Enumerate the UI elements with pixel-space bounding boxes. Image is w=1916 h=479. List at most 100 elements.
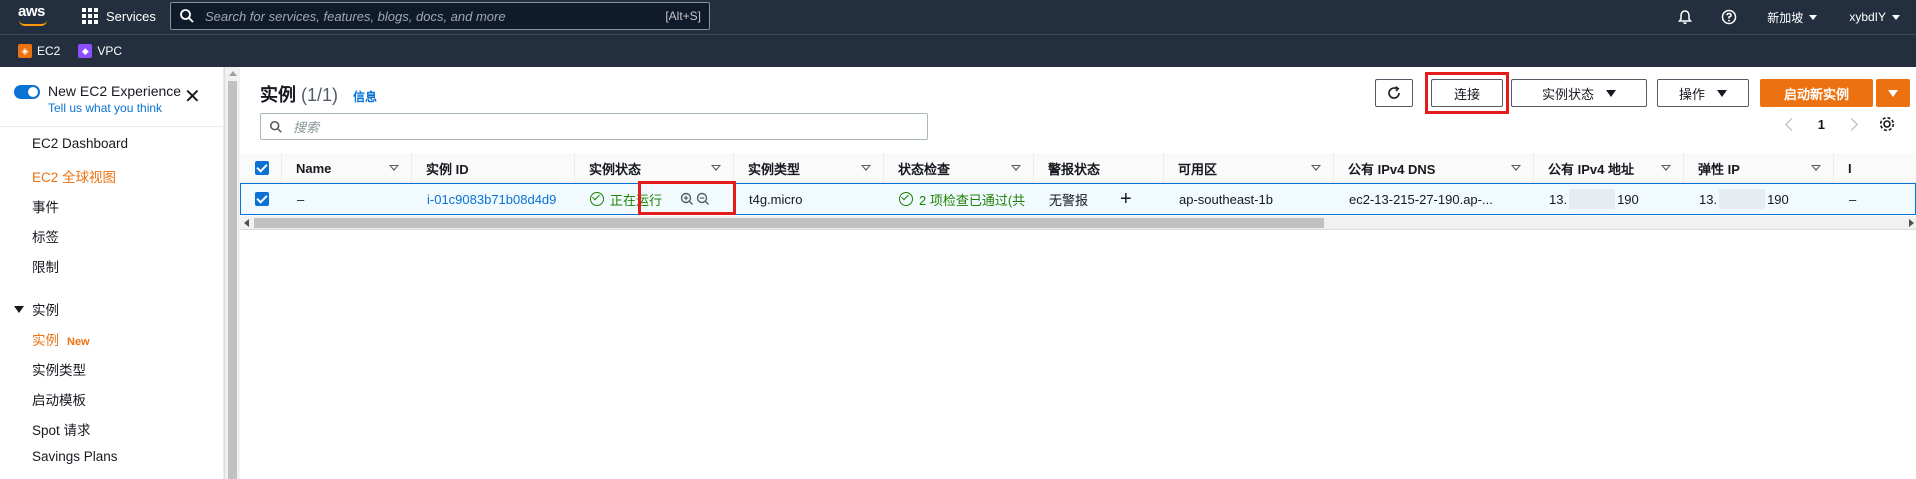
launch-options-button[interactable] [1876, 79, 1910, 107]
sort-icon [1811, 165, 1821, 171]
search-icon [180, 9, 194, 23]
account-menu[interactable]: xybdIY [1833, 10, 1916, 24]
column-header-public-ip[interactable]: 公有 IPv4 地址 [1534, 153, 1684, 183]
experience-title: New EC2 Experience [48, 83, 182, 99]
refresh-icon [1388, 86, 1400, 99]
favorite-label: EC2 [37, 44, 61, 58]
instance-state-dropdown[interactable]: 实例状态 [1511, 79, 1647, 107]
account-label: xybdIY [1849, 10, 1886, 24]
close-icon[interactable]: ✕ [184, 87, 201, 107]
sidebar-item-tags[interactable]: 标签 [32, 226, 59, 246]
aws-smile-icon [19, 20, 47, 26]
caret-down-icon [1888, 89, 1898, 97]
status-check-passed[interactable]: 2 项检查已通过(共 [899, 190, 1025, 209]
sidebar-item-global-view[interactable]: EC2 全球视图 [32, 166, 116, 186]
sidebar-item-limits[interactable]: 限制 [32, 256, 59, 276]
sort-icon [861, 165, 871, 171]
pagination: 1 [1784, 115, 1896, 133]
check-circle-icon [899, 192, 913, 206]
scroll-right-icon[interactable] [1909, 219, 1914, 227]
chevron-right-icon[interactable] [1845, 117, 1858, 131]
row-checkbox[interactable] [241, 184, 283, 214]
region-selector[interactable]: 新加坡 [1751, 9, 1833, 26]
column-header-public-dns[interactable]: 公有 IPv4 DNS [1334, 153, 1534, 183]
add-alarm-icon[interactable]: + [1120, 189, 1132, 209]
launch-instance-button[interactable]: 启动新实例 [1760, 79, 1873, 107]
column-header-instance-state[interactable]: 实例状态 [575, 153, 734, 183]
sort-icon [389, 165, 399, 171]
top-navigation: aws Services Search for services, featur… [0, 0, 1916, 34]
aws-logo[interactable]: aws [18, 3, 52, 27]
table-row[interactable]: – i-01c9083b71b08d4d9 正在运行 t4g.micro 2 项… [240, 181, 1916, 215]
sidebar-section-instances[interactable]: 实例 [14, 299, 59, 319]
caret-down-icon [14, 305, 24, 313]
scroll-up-icon[interactable] [229, 71, 237, 76]
sort-icon [1511, 165, 1521, 171]
info-link[interactable]: 信息 [353, 90, 377, 104]
column-header-alarm-status[interactable]: 警报状态 [1034, 153, 1164, 183]
ip-prefix: 13. [1549, 191, 1568, 207]
search-icon [269, 120, 282, 133]
gear-icon[interactable] [1878, 115, 1896, 133]
help-button[interactable] [1707, 0, 1751, 34]
cell-status-check[interactable]: 2 项检查已通过(共 [885, 184, 1035, 214]
sidebar-item-spot-requests[interactable]: Spot 请求 [32, 419, 91, 439]
search-placeholder: Search for services, features, blogs, do… [205, 8, 506, 24]
notifications-button[interactable] [1663, 0, 1707, 34]
sidebar-item-launch-templates[interactable]: 启动模板 [32, 389, 86, 409]
chevron-left-icon[interactable] [1784, 117, 1798, 131]
new-badge: New [67, 336, 90, 348]
sort-icon [1311, 165, 1321, 171]
help-icon [1722, 9, 1737, 25]
table-horizontal-scrollbar[interactable] [240, 216, 1916, 230]
caret-down-icon [1717, 89, 1727, 97]
grid-icon [82, 8, 98, 24]
sidebar-scrollbar[interactable] [224, 67, 240, 479]
scrollbar-thumb[interactable] [228, 81, 237, 479]
services-menu[interactable]: Services [82, 8, 156, 24]
sidebar-item-instance-types[interactable]: 实例类型 [32, 359, 86, 379]
instance-id-link[interactable]: i-01c9083b71b08d4d9 [427, 192, 556, 207]
column-header-instance-id[interactable]: 实例 ID [412, 153, 575, 183]
global-search-input[interactable]: Search for services, features, blogs, do… [170, 2, 710, 30]
actions-dropdown[interactable]: 操作 [1657, 79, 1749, 107]
chevron-down-icon [1809, 14, 1818, 20]
sort-icon [1661, 165, 1671, 171]
search-shortcut: [Alt+S] [665, 9, 701, 23]
sidebar-item-savings-plans[interactable]: Savings Plans [32, 449, 118, 464]
table-header: Name 实例 ID 实例状态 实例类型 状态检查 警报状态 可用区 公有 IP… [240, 153, 1916, 183]
favorite-ec2[interactable]: ◈ EC2 [18, 44, 60, 58]
column-header-extra[interactable]: I [1834, 153, 1916, 183]
column-header-status-check[interactable]: 状态检查 [884, 153, 1034, 183]
sidebar-item-events[interactable]: 事件 [32, 196, 59, 216]
scroll-left-icon[interactable] [244, 219, 249, 227]
sidebar-item-label: 实例 [32, 333, 59, 348]
check-circle-icon [590, 192, 604, 206]
sidebar: New EC2 Experience Tell us what you thin… [0, 67, 224, 479]
feedback-link[interactable]: Tell us what you think [48, 101, 181, 115]
scrollbar-thumb[interactable] [254, 218, 1324, 228]
sidebar-divider [0, 126, 224, 127]
aws-logo-text: aws [18, 3, 45, 20]
instance-state-label: 实例状态 [1541, 86, 1594, 102]
chevron-down-icon [1892, 14, 1900, 20]
filter-input[interactable]: 搜索 [260, 113, 928, 140]
eip-prefix: 13. [1699, 191, 1718, 207]
new-experience-toggle[interactable]: New EC2 Experience Tell us what you thin… [14, 83, 181, 115]
toggle-switch[interactable] [14, 85, 40, 99]
sidebar-item-dashboard[interactable]: EC2 Dashboard [32, 136, 128, 151]
column-header-availability-zone[interactable]: 可用区 [1164, 153, 1334, 183]
section-label: 实例 [32, 303, 59, 318]
main-content: 实例 (1/1) 信息 连接 实例状态 操作 启动新实例 搜索 1 Name 实… [240, 67, 1916, 479]
checkbox-checked[interactable] [255, 192, 269, 206]
favorite-vpc[interactable]: ◆ VPC [78, 44, 122, 58]
sidebar-item-instances[interactable]: 实例 New [32, 329, 90, 349]
column-header-elastic-ip[interactable]: 弹性 IP [1684, 153, 1834, 183]
column-header-instance-type[interactable]: 实例类型 [734, 153, 884, 183]
select-all-checkbox[interactable] [240, 153, 282, 183]
checkbox-checked[interactable] [255, 161, 269, 175]
cell-public-dns: ec2-13-215-27-190.ap-... [1349, 191, 1493, 207]
column-header-name[interactable]: Name [282, 153, 412, 183]
page-number[interactable]: 1 [1818, 117, 1825, 132]
refresh-button[interactable] [1375, 79, 1413, 107]
